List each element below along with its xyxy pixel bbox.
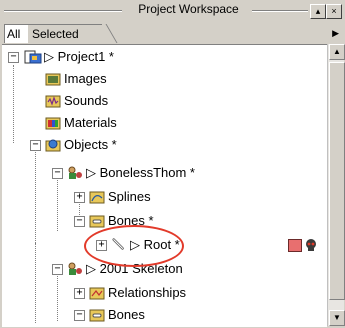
- node-label: Bones: [108, 307, 145, 322]
- node-label: Splines: [108, 189, 151, 204]
- tree-node-objects[interactable]: − Objects *: [2, 135, 322, 155]
- collapse-toggle[interactable]: −: [8, 52, 19, 63]
- node-label: Relationships: [108, 285, 187, 300]
- tab-row: All Selected ▶: [0, 22, 345, 44]
- images-folder-icon: [45, 73, 61, 86]
- node-label: Images: [64, 71, 107, 86]
- vertical-scrollbar[interactable]: ▲ ▼: [327, 44, 345, 326]
- tree-node-images[interactable]: Images: [2, 69, 322, 89]
- scroll-down-button[interactable]: ▼: [329, 310, 345, 326]
- scroll-thumb[interactable]: [329, 62, 345, 300]
- tree-node-project1[interactable]: − ▷ Project1 *: [2, 47, 322, 67]
- materials-folder-icon: [45, 117, 61, 130]
- objects-folder-icon: [45, 139, 61, 152]
- highlight-oval: [84, 225, 184, 267]
- tree-node-materials[interactable]: Materials: [2, 113, 322, 133]
- project-workspace-window: Project Workspace ▴ × All Selected ▶ − ▷…: [0, 0, 345, 328]
- tree-node-relationships[interactable]: + Relationships: [2, 283, 322, 303]
- collapse-toggle[interactable]: −: [52, 264, 63, 275]
- node-label: ▷ BonelessThom *: [86, 165, 195, 180]
- bones-folder-icon: [89, 309, 105, 322]
- tab-scroll-arrow-icon[interactable]: ▶: [332, 28, 339, 39]
- character-model-icon: [68, 262, 82, 275]
- tab-all[interactable]: All: [4, 24, 30, 43]
- title-rule-right: [252, 10, 308, 12]
- window-title: Project Workspace: [126, 2, 251, 16]
- scroll-up-button[interactable]: ▲: [329, 44, 345, 60]
- node-label: ▷ Project1 *: [44, 49, 114, 64]
- splines-folder-icon: [89, 191, 105, 204]
- node-label: Sounds: [64, 93, 109, 108]
- collapse-toggle[interactable]: −: [52, 168, 63, 179]
- tree-node-bones-2[interactable]: − Bones: [2, 305, 322, 325]
- node-label: Materials: [64, 115, 117, 130]
- node-label: Objects *: [64, 137, 117, 152]
- collapse-toggle[interactable]: −: [30, 140, 41, 151]
- collapse-toggle[interactable]: −: [74, 310, 85, 321]
- character-model-icon: [68, 166, 82, 179]
- relationships-folder-icon: [89, 287, 105, 300]
- project-tree: − ▷ Project1 * Images Sounds Materials −…: [2, 44, 327, 327]
- tree-node-splines[interactable]: + Splines: [2, 187, 322, 207]
- expand-toggle[interactable]: +: [74, 288, 85, 299]
- title-rule-left: [4, 10, 122, 12]
- close-button[interactable]: ×: [326, 4, 342, 19]
- expand-toggle[interactable]: +: [74, 192, 85, 203]
- bones-folder-icon: [89, 215, 105, 228]
- tab-selected[interactable]: Selected: [28, 24, 102, 43]
- sounds-folder-icon: [45, 95, 61, 108]
- minimize-button[interactable]: ▴: [310, 4, 326, 19]
- title-bar: Project Workspace ▴ ×: [0, 0, 345, 22]
- project-icon: [24, 50, 42, 64]
- color-swatch[interactable]: [288, 239, 302, 252]
- tree-node-bonelessthom[interactable]: − ▷ BonelessThom *: [2, 163, 322, 183]
- collapse-toggle[interactable]: −: [74, 216, 85, 227]
- tree-node-sounds[interactable]: Sounds: [2, 91, 322, 111]
- skull-icon[interactable]: [304, 238, 318, 252]
